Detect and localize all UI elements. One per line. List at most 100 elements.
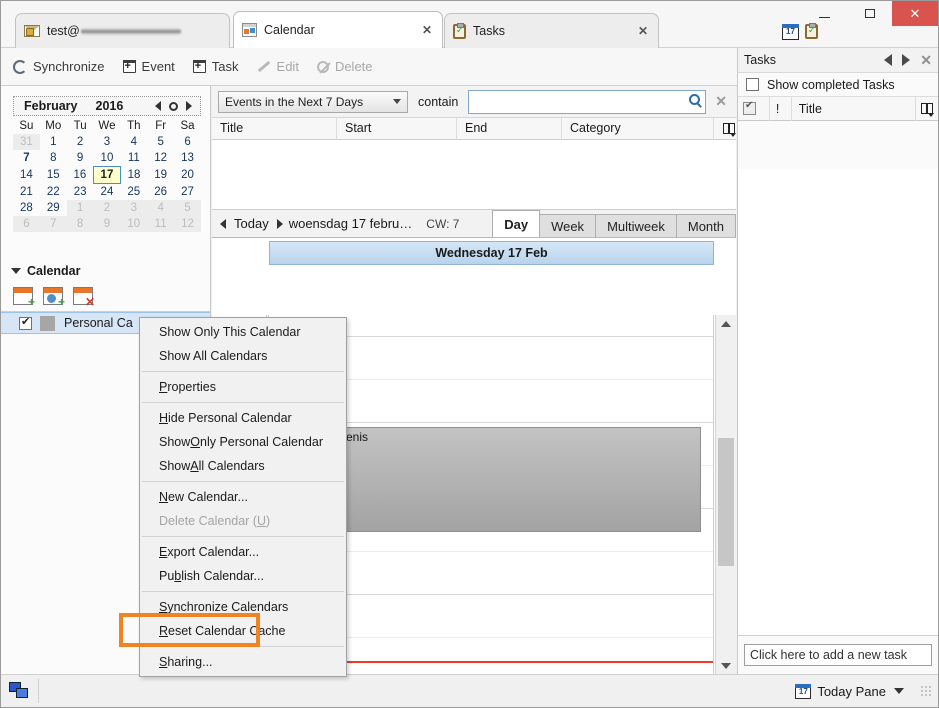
mini-calendar-day[interactable]: 26	[147, 184, 174, 201]
mini-calendar-day[interactable]: 23	[67, 184, 94, 201]
mini-calendar-day[interactable]: 31	[13, 134, 40, 150]
mini-calendar-day[interactable]: 7	[39, 216, 67, 232]
tab-calendar[interactable]: Calendar ✕	[233, 11, 443, 48]
mini-calendar-day[interactable]: 9	[67, 150, 94, 167]
mini-calendar-day[interactable]: 3	[94, 134, 121, 150]
close-window-button[interactable]: ✕	[892, 1, 938, 26]
mini-calendar-day[interactable]: 8	[40, 150, 67, 167]
mini-calendar-today-icon[interactable]	[169, 101, 178, 111]
mini-calendar-day[interactable]: 9	[93, 216, 121, 232]
mini-calendar-day[interactable]: 8	[66, 216, 94, 232]
mini-calendar-day[interactable]: 16	[67, 167, 94, 184]
previous-day-icon[interactable]	[220, 218, 226, 229]
mini-calendar-day[interactable]: 21	[13, 184, 40, 201]
mini-calendar-day[interactable]: 10	[120, 216, 148, 232]
mini-calendar-day[interactable]: 17	[93, 166, 121, 184]
menu-item-show-all-calendars[interactable]: Show All Calendars	[140, 344, 346, 368]
menu-item-reset-calendar-cache[interactable]: Reset Calendar Cache	[140, 619, 346, 643]
event-filter-dropdown[interactable]: Events in the Next 7 Days	[218, 90, 408, 113]
mini-calendar-day[interactable]: 5	[174, 200, 201, 216]
menu-item-export-calendar[interactable]: Export Calendar...	[140, 540, 346, 564]
mini-calendar-day[interactable]: 1	[66, 200, 94, 216]
mini-calendar-day[interactable]: 28	[13, 200, 40, 216]
tab-calendar-close-icon[interactable]: ✕	[422, 23, 432, 37]
task-col-title[interactable]: Title	[792, 96, 917, 121]
mini-calendar-day[interactable]: 7	[13, 150, 40, 167]
event-col-start[interactable]: Start	[337, 117, 457, 140]
network-computers-icon[interactable]	[9, 682, 30, 700]
tab-account[interactable]: test@	[15, 13, 230, 48]
new-task-button[interactable]: Task	[192, 59, 239, 74]
menu-item-show-all-calendars[interactable]: Show All Calendars	[140, 454, 346, 478]
tab-tasks[interactable]: Tasks ✕	[444, 13, 659, 48]
event-list-column-chooser[interactable]	[714, 118, 736, 140]
today-button[interactable]: Today	[234, 216, 269, 231]
task-col-priority[interactable]: !	[770, 96, 792, 121]
mini-calendar-day[interactable]: 12	[147, 150, 174, 167]
task-pane-next-icon[interactable]	[902, 54, 911, 66]
mini-calendar-day[interactable]: 19	[147, 167, 174, 184]
mini-calendar-day[interactable]: 12	[174, 216, 201, 232]
event-col-title[interactable]: Title	[212, 117, 337, 140]
mini-calendar-day[interactable]: 10	[94, 150, 121, 167]
menu-item-show-only-personal-calendar[interactable]: Show Only Personal Calendar	[140, 430, 346, 454]
new-event-button[interactable]: Event	[122, 59, 175, 74]
mini-calendar-day[interactable]: 4	[120, 134, 147, 150]
day-grid-scrollbar[interactable]	[715, 315, 736, 674]
tasks-quick-icon[interactable]	[805, 23, 818, 39]
calendar-visibility-checkbox[interactable]	[19, 315, 32, 330]
task-pane-close-icon[interactable]: ✕	[920, 52, 932, 69]
mini-calendar-day[interactable]: 24	[94, 184, 121, 201]
search-input[interactable]	[468, 89, 707, 114]
mini-calendar-day[interactable]: 15	[40, 167, 67, 184]
calendar-section-header[interactable]: Calendar	[1, 261, 210, 281]
mini-calendar-day[interactable]: 6	[174, 134, 201, 150]
mini-calendar-day[interactable]: 6	[13, 216, 40, 232]
view-tab-month[interactable]: Month	[675, 214, 736, 237]
maximize-button[interactable]	[847, 1, 892, 26]
menu-item-synchronize-calendars[interactable]: Synchronize Calendars	[140, 595, 346, 619]
menu-item-hide-personal-calendar[interactable]: Hide Personal Calendar	[140, 406, 346, 430]
mini-calendar-day[interactable]: 1	[40, 134, 67, 150]
new-task-input[interactable]: Click here to add a new task	[744, 644, 932, 666]
today-pane-button[interactable]: 17 Today Pane	[789, 683, 910, 699]
mini-calendar-day[interactable]: 3	[120, 200, 148, 216]
menu-item-properties[interactable]: Properties	[140, 375, 346, 399]
mini-calendar-day[interactable]: 2	[93, 200, 121, 216]
mini-calendar-day[interactable]: 2	[67, 134, 94, 150]
clear-search-icon[interactable]: ✕	[715, 93, 727, 110]
calendar-event-block[interactable]: urtenis	[327, 427, 701, 532]
task-list-column-chooser[interactable]	[916, 97, 938, 121]
mini-calendar-day[interactable]: 20	[174, 167, 201, 184]
menu-item-new-calendar[interactable]: New Calendar...	[140, 485, 346, 509]
magnifier-icon[interactable]	[689, 93, 701, 105]
task-col-complete[interactable]	[738, 96, 770, 121]
calendar-quick-icon[interactable]: 17	[782, 24, 799, 40]
tab-tasks-close-icon[interactable]: ✕	[638, 24, 648, 38]
mini-calendar-day[interactable]: 14	[13, 167, 40, 184]
delete-calendar-icon[interactable]: ✕	[73, 287, 95, 308]
mini-calendar-day[interactable]: 22	[40, 184, 67, 201]
view-tab-week[interactable]: Week	[539, 214, 597, 237]
mini-calendar-day[interactable]: 4	[147, 200, 175, 216]
mini-calendar-next-icon[interactable]	[186, 101, 192, 111]
mini-calendar-day[interactable]: 29	[40, 200, 67, 216]
mini-calendar-day[interactable]: 11	[147, 216, 175, 232]
mini-calendar-prev-icon[interactable]	[155, 101, 161, 111]
task-pane-prev-icon[interactable]	[884, 54, 893, 66]
scrollbar-thumb[interactable]	[718, 438, 734, 566]
event-col-category[interactable]: Category	[562, 117, 714, 140]
new-shared-calendar-icon[interactable]: +	[43, 287, 65, 308]
event-list-body[interactable]	[212, 140, 736, 210]
new-calendar-icon[interactable]: +	[13, 287, 35, 308]
menu-item-sharing[interactable]: Sharing...	[140, 650, 346, 674]
view-tab-multiweek[interactable]: Multiweek	[595, 214, 677, 237]
event-col-end[interactable]: End	[457, 117, 562, 140]
scroll-down-button[interactable]	[716, 657, 736, 674]
menu-item-show-only-this-calendar[interactable]: Show Only This Calendar	[140, 320, 346, 344]
mini-calendar-day[interactable]: 11	[120, 150, 147, 167]
synchronize-button[interactable]: Synchronize	[13, 59, 105, 74]
chevron-down-icon[interactable]	[894, 688, 904, 694]
show-completed-tasks-row[interactable]: Show completed Tasks	[738, 73, 938, 97]
scroll-up-button[interactable]	[716, 315, 736, 332]
